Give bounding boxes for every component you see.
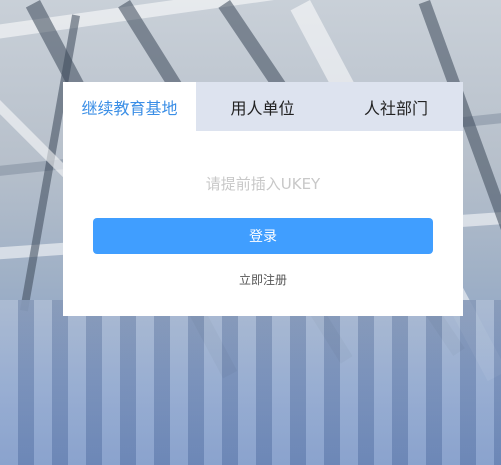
ukey-hint: 请提前插入UKEY [205,175,321,193]
register-link[interactable]: 立即注册 [63,271,463,288]
tab-employer[interactable]: 用人单位 [196,82,329,131]
tab-hr-social-security-dept[interactable]: 人社部门 [329,82,463,131]
login-button[interactable]: 登录 [93,218,433,254]
tab-continuing-education-base[interactable]: 继续教育基地 [63,82,196,131]
login-type-tabs: 继续教育基地 用人单位 人社部门 [63,82,463,131]
login-card: 继续教育基地 用人单位 人社部门 请提前插入UKEY 登录 立即注册 [63,82,463,316]
